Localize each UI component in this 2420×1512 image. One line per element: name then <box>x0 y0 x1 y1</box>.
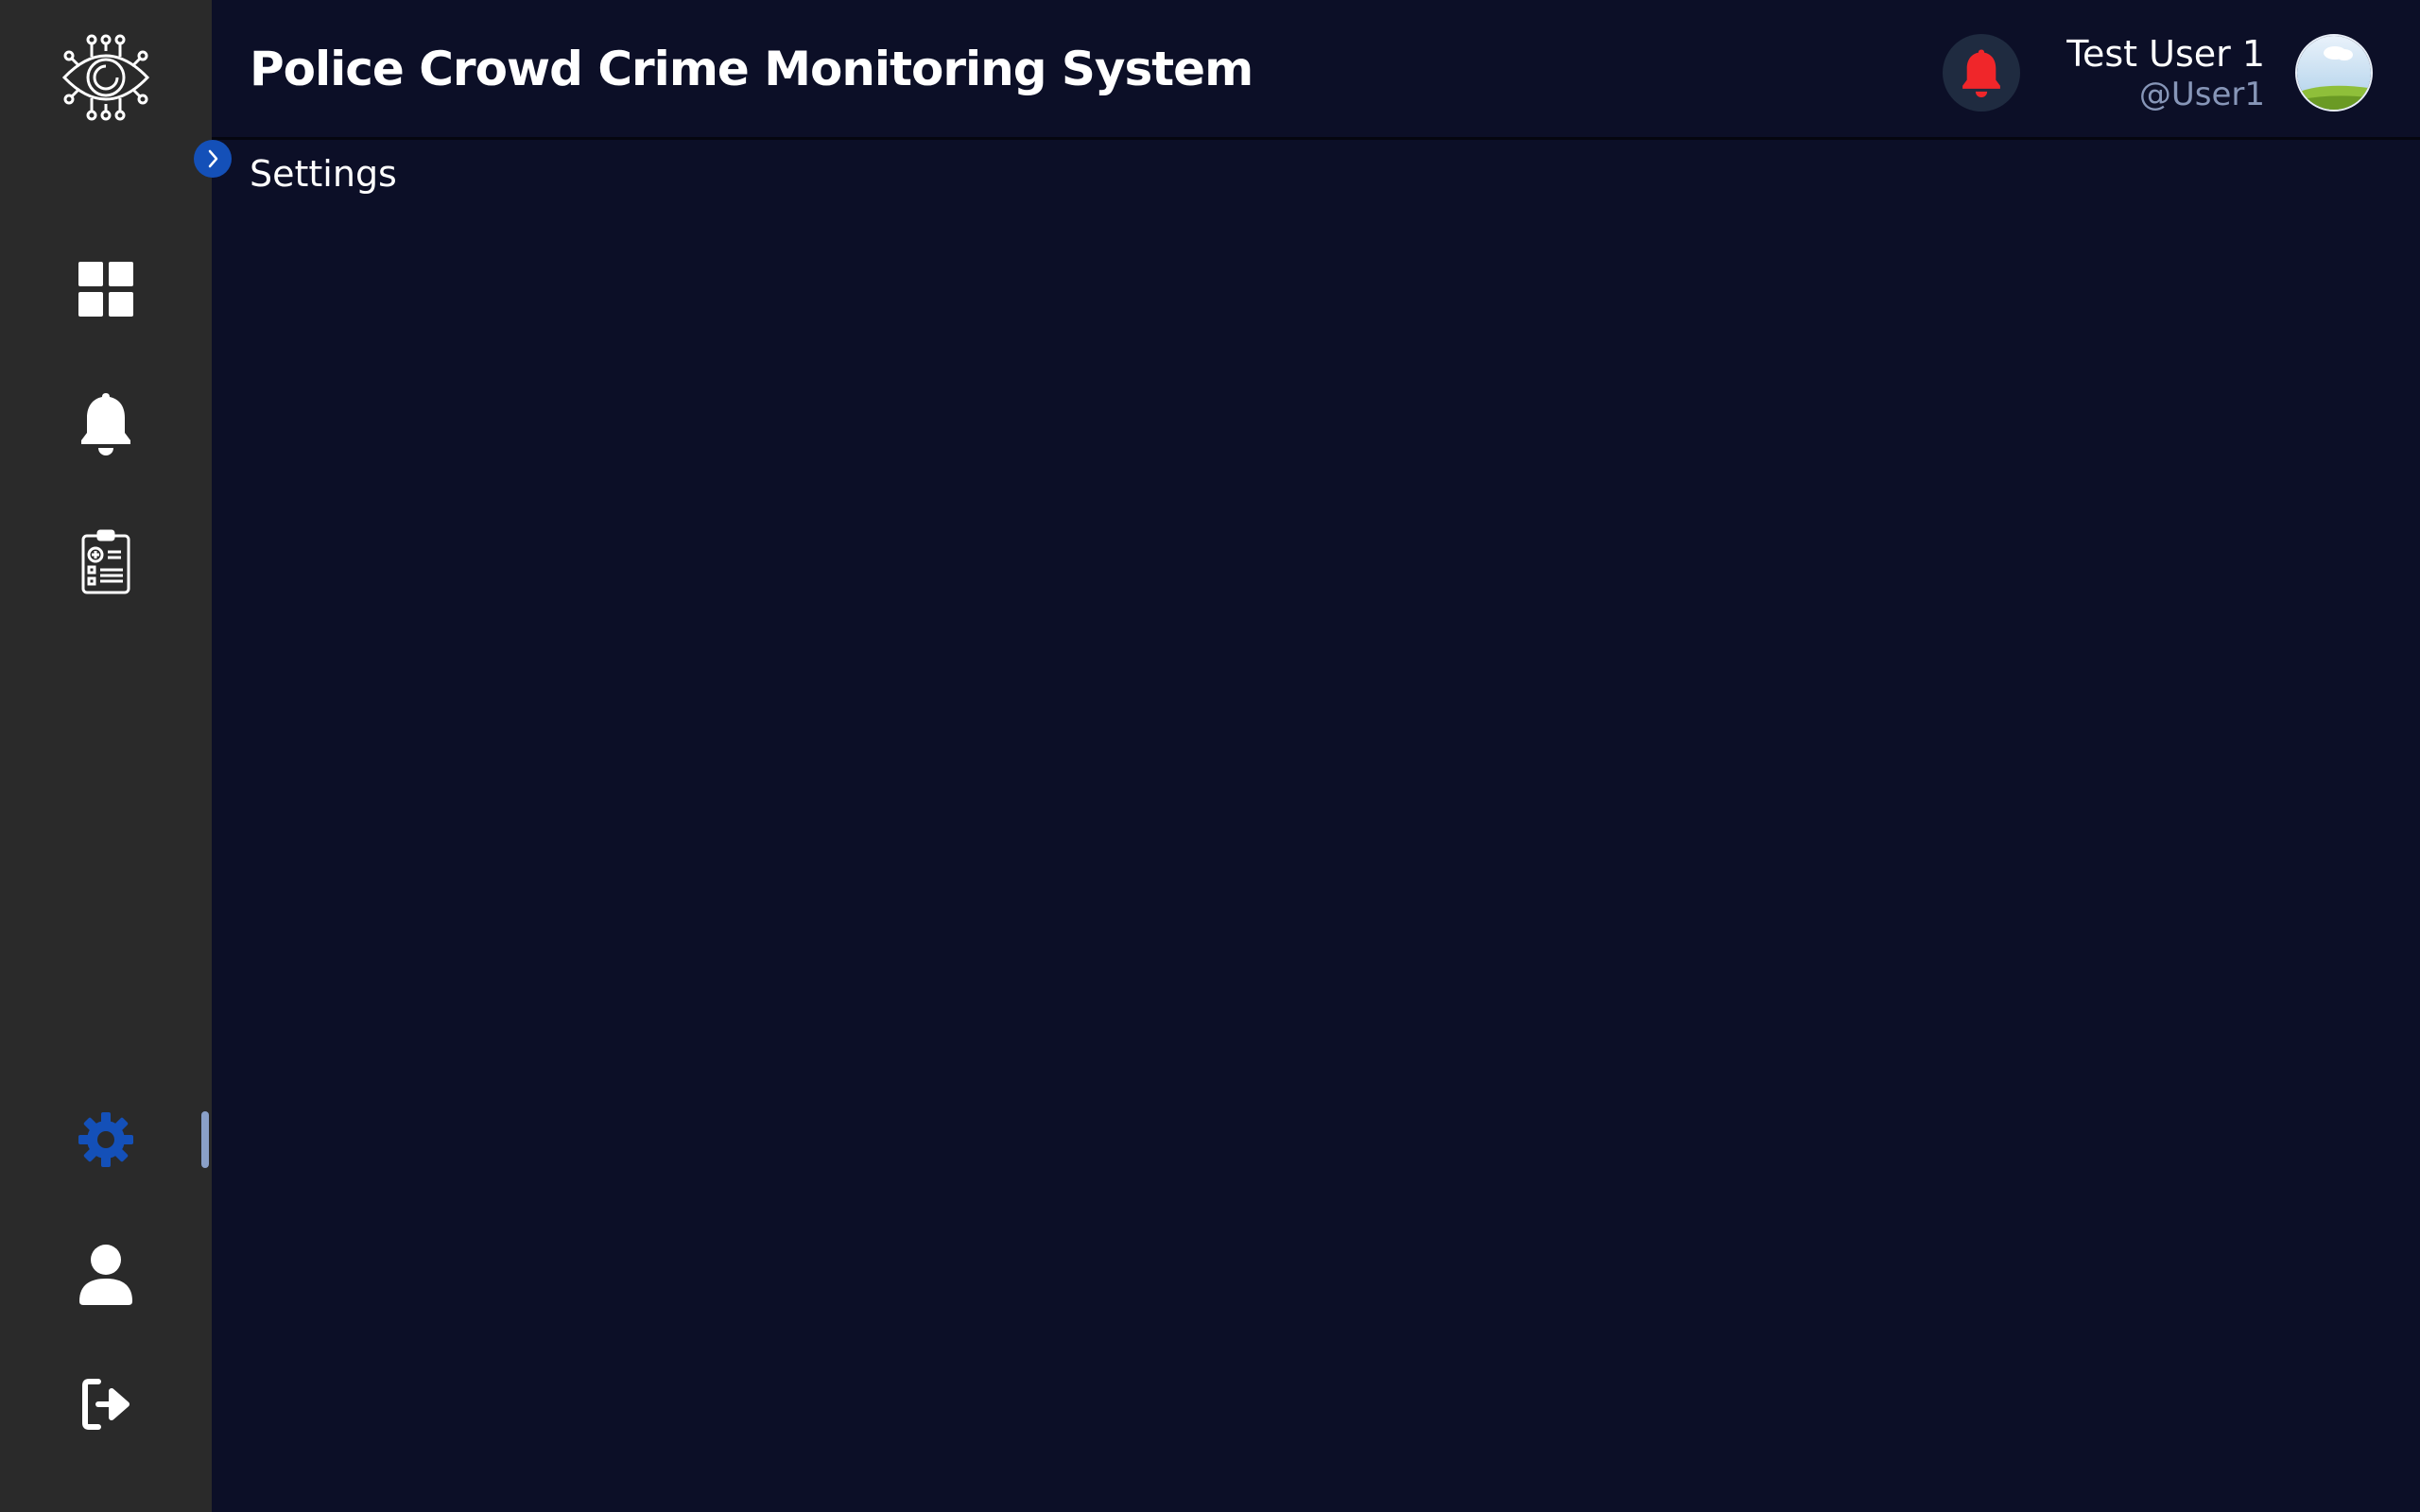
user-icon <box>79 1245 132 1305</box>
sidebar-item-notifications[interactable] <box>68 386 144 461</box>
page-title: Settings <box>250 153 397 195</box>
user-info[interactable]: Test User 1 @User1 <box>2066 32 2265 113</box>
gear-icon <box>78 1112 133 1167</box>
top-header: Police Crowd Crime Monitoring System Tes… <box>212 0 2420 140</box>
user-handle: @User1 <box>2138 76 2265 113</box>
clipboard-icon <box>81 529 130 594</box>
app-title: Police Crowd Crime Monitoring System <box>250 42 1253 96</box>
bell-icon <box>1962 49 2000 97</box>
sidebar-item-settings[interactable] <box>68 1102 144 1177</box>
bell-icon <box>81 393 130 455</box>
sidebar-item-reports[interactable] <box>68 524 144 599</box>
sidebar-item-logout[interactable] <box>68 1366 144 1442</box>
user-name: Test User 1 <box>2066 33 2265 75</box>
sidebar <box>0 0 212 1512</box>
grid-icon <box>78 262 133 317</box>
active-indicator <box>201 1111 209 1168</box>
chevron-right-icon <box>208 149 218 168</box>
logout-icon <box>82 1379 130 1430</box>
sidebar-expand-button[interactable] <box>194 140 232 178</box>
sidebar-item-dashboard[interactable] <box>68 251 144 327</box>
notifications-button[interactable] <box>1943 34 2020 112</box>
eye-logo-icon <box>59 30 153 125</box>
avatar[interactable] <box>2295 34 2373 112</box>
sidebar-item-profile[interactable] <box>68 1236 144 1312</box>
